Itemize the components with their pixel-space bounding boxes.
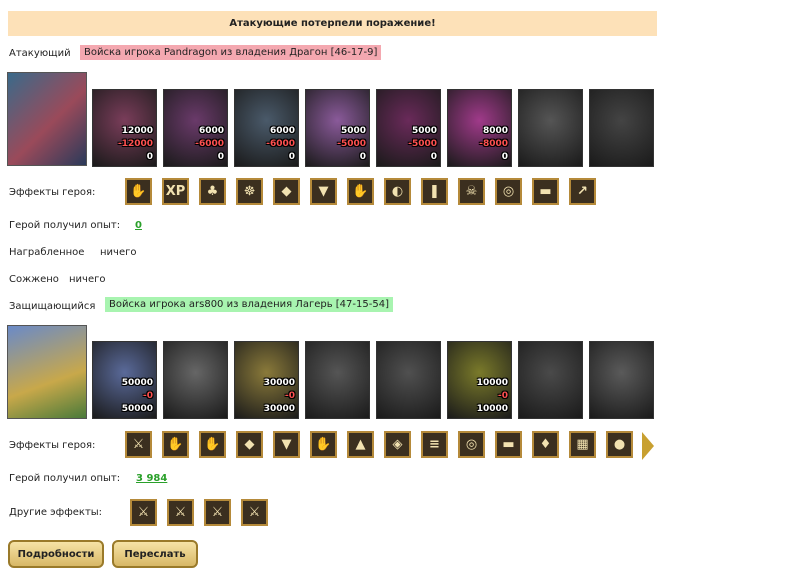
defender-effect-icon[interactable]: ≡ [421, 431, 448, 458]
other-effect-icon[interactable]: ⚔ [204, 499, 231, 526]
attacker-effect-icon[interactable]: ↗ [569, 178, 596, 205]
attacker-unit-count: 0 [501, 152, 508, 162]
attacker-unit-count: 0 [217, 152, 224, 162]
attacker-unit-count: 0 [359, 152, 366, 162]
attacker-unit-count: -12000 [117, 139, 153, 149]
other-effects-label: Другие эффекты: [9, 507, 103, 518]
defender-effects-label: Эффекты героя: [9, 440, 96, 451]
forward-button[interactable]: Переслать [112, 540, 198, 568]
battle-result-banner: Атакующие потерпели поражение! [8, 11, 657, 36]
defender-effect-icon[interactable]: ▲ [347, 431, 374, 458]
attacker-unit-slot[interactable]: 6000 -6000 0 [234, 89, 299, 167]
attacker-effect-icon[interactable]: ▬ [532, 178, 559, 205]
attacker-army-tag: Войска игрока Pandragon из владения Драг… [80, 45, 382, 60]
attacker-effect-icon[interactable]: ☠ [458, 178, 485, 205]
attacker-effect-icon[interactable]: ☸ [236, 178, 263, 205]
defender-unit-slot[interactable]: 30000 -0 30000 [234, 341, 299, 419]
defender-unit-count: -0 [498, 391, 508, 401]
attacker-effects-label: Эффекты героя: [9, 187, 96, 198]
attacker-effect-icon[interactable]: ✋ [125, 178, 152, 205]
burnt-value: ничего [69, 274, 106, 285]
defender-unit-slot[interactable]: 50000 -0 50000 [92, 341, 157, 419]
other-effect-icon[interactable]: ⚔ [167, 499, 194, 526]
defender-unit-count: 30000 [263, 378, 295, 388]
attacker-effect-icon[interactable]: ❚ [421, 178, 448, 205]
defender-hero-portrait[interactable] [7, 325, 87, 419]
scroll-right-arrow-icon[interactable] [642, 432, 654, 460]
attacker-unit-slot[interactable]: 12000 -12000 0 [92, 89, 157, 167]
attacker-unit-slot[interactable]: 5000 -5000 0 [376, 89, 441, 167]
defender-unit-count: 10000 [476, 404, 508, 414]
loot-label: Награбленное [9, 247, 85, 258]
other-effect-icon[interactable]: ⚔ [241, 499, 268, 526]
defender-exp-label: Герой получил опыт: [9, 473, 121, 484]
defender-unit-count: 50000 [121, 404, 153, 414]
defender-effect-icon[interactable]: ◈ [384, 431, 411, 458]
defender-effect-icon[interactable]: ♦ [532, 431, 559, 458]
defender-unit-count: -0 [285, 391, 295, 401]
defender-unit-slot[interactable] [376, 341, 441, 419]
attacker-label: Атакующий [9, 48, 71, 59]
attacker-effect-icon[interactable]: ◆ [273, 178, 300, 205]
defender-effect-icon[interactable]: ◆ [236, 431, 263, 458]
defender-unit-count: 30000 [263, 404, 295, 414]
defender-effect-icon[interactable]: ▬ [495, 431, 522, 458]
defender-unit-count: 50000 [121, 378, 153, 388]
defender-unit-slot[interactable] [518, 341, 583, 419]
attacker-unit-count: 6000 [198, 126, 224, 136]
defender-effect-icon[interactable]: ✋ [199, 431, 226, 458]
defender-effect-icon[interactable]: ◎ [458, 431, 485, 458]
attacker-unit-count: -8000 [479, 139, 508, 149]
defender-unit-count: 10000 [476, 378, 508, 388]
defender-effect-icon[interactable]: ▼ [273, 431, 300, 458]
defender-unit-slot[interactable] [589, 341, 654, 419]
attacker-unit-count: -6000 [266, 139, 295, 149]
defender-effect-icon[interactable]: ✋ [310, 431, 337, 458]
defender-unit-count: -0 [143, 391, 153, 401]
defender-unit-slot[interactable] [305, 341, 370, 419]
attacker-effect-icon[interactable]: XP [162, 178, 189, 205]
defender-effect-icon[interactable]: ▦ [569, 431, 596, 458]
attacker-effect-icon[interactable]: ◐ [384, 178, 411, 205]
other-effect-icon[interactable]: ⚔ [130, 499, 157, 526]
attacker-unit-count: 0 [288, 152, 295, 162]
attacker-exp-label: Герой получил опыт: [9, 220, 121, 231]
attacker-unit-count: 5000 [411, 126, 437, 136]
defender-army-tag: Войска игрока ars800 из владения Лагерь … [105, 297, 393, 312]
burnt-label: Сожжено [9, 274, 59, 285]
attacker-effect-icon[interactable]: ▼ [310, 178, 337, 205]
attacker-unit-slot[interactable]: 5000 -5000 0 [305, 89, 370, 167]
attacker-unit-count: -5000 [337, 139, 366, 149]
attacker-unit-count: 0 [146, 152, 153, 162]
defender-unit-slot[interactable] [163, 341, 228, 419]
attacker-effect-icon[interactable]: ✋ [347, 178, 374, 205]
attacker-exp-value[interactable]: 0 [135, 220, 142, 231]
attacker-effect-icon[interactable]: ◎ [495, 178, 522, 205]
attacker-unit-slot[interactable]: 8000 -8000 0 [447, 89, 512, 167]
attacker-unit-count: 8000 [482, 126, 508, 136]
attacker-unit-slot[interactable]: 6000 -6000 0 [163, 89, 228, 167]
defender-exp-value[interactable]: 3 984 [136, 473, 167, 484]
attacker-unit-count: 0 [430, 152, 437, 162]
loot-value: ничего [100, 247, 137, 258]
attacker-effect-icon[interactable]: ♣ [199, 178, 226, 205]
details-button[interactable]: Подробности [8, 540, 104, 568]
attacker-unit-count: 12000 [121, 126, 153, 136]
attacker-unit-count: -5000 [408, 139, 437, 149]
attacker-unit-slot[interactable] [589, 89, 654, 167]
defender-effect-icon[interactable]: ✋ [162, 431, 189, 458]
attacker-hero-portrait[interactable] [7, 72, 87, 166]
defender-label: Защищающийся [9, 301, 96, 312]
defender-unit-slot[interactable]: 10000 -0 10000 [447, 341, 512, 419]
attacker-unit-count: 5000 [340, 126, 366, 136]
defender-effect-icon[interactable]: ● [606, 431, 633, 458]
attacker-unit-slot[interactable] [518, 89, 583, 167]
attacker-unit-count: -6000 [195, 139, 224, 149]
defender-effect-icon[interactable]: ⚔ [125, 431, 152, 458]
attacker-unit-count: 6000 [269, 126, 295, 136]
